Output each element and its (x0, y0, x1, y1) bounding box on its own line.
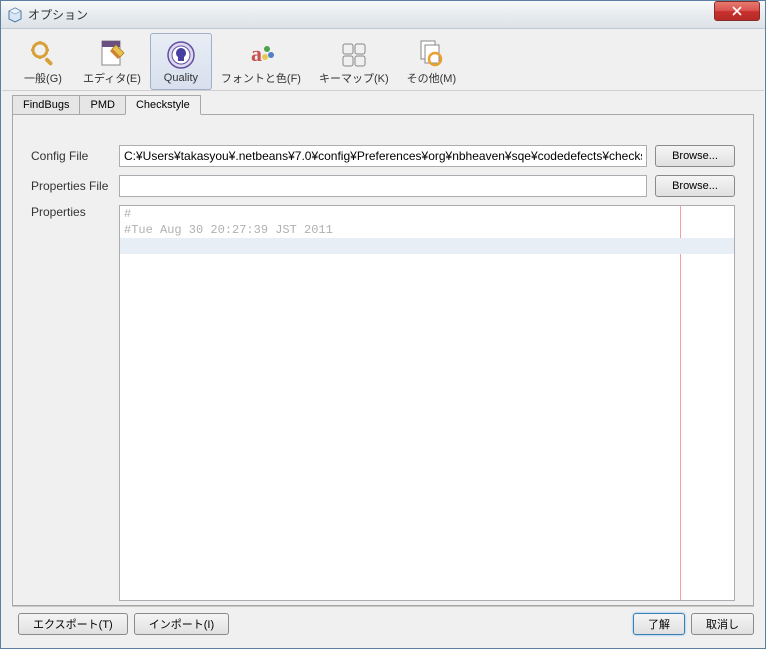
cancel-button[interactable]: 取消し (691, 613, 754, 635)
config-file-browse-button[interactable]: Browse... (655, 145, 735, 167)
properties-file-label: Properties File (31, 179, 119, 193)
window-title: オプション (28, 6, 763, 23)
category-general[interactable]: 一般(G) (12, 33, 74, 90)
category-editor[interactable]: エディタ(E) (74, 33, 150, 90)
properties-row: Properties # #Tue Aug 30 20:27:39 JST 20… (31, 205, 735, 601)
category-label: その他(M) (407, 70, 457, 86)
category-label: Quality (164, 72, 198, 84)
editor-caret-line (120, 238, 734, 254)
keymap-icon (338, 37, 370, 69)
gear-icon (27, 37, 59, 69)
properties-file-input[interactable] (119, 175, 647, 197)
config-file-input[interactable] (119, 145, 647, 167)
export-button[interactable]: エクスポート(T) (18, 613, 128, 635)
checkstyle-panel: Config File Browse... Properties File Br… (12, 114, 754, 606)
ok-button[interactable]: 了解 (633, 613, 685, 635)
tab-pmd[interactable]: PMD (79, 95, 125, 115)
config-file-label: Config File (31, 149, 119, 163)
category-misc[interactable]: その他(M) (398, 33, 466, 90)
content-area: 一般(G) エディタ(E) (2, 29, 764, 647)
category-toolbar: 一般(G) エディタ(E) (2, 29, 764, 91)
editor-line: # (120, 206, 734, 222)
category-label: 一般(G) (24, 70, 62, 86)
config-file-row: Config File Browse... (31, 145, 735, 167)
import-button[interactable]: インポート(I) (134, 613, 229, 635)
bottom-button-bar: エクスポート(T) インポート(I) 了解 取消し (12, 611, 754, 637)
misc-icon (415, 37, 447, 69)
editor-line: #Tue Aug 30 20:27:39 JST 2011 (120, 222, 734, 238)
properties-label: Properties (31, 205, 119, 219)
options-window: オプション 一般(G) (0, 0, 766, 649)
fonts-icon: a (245, 37, 277, 69)
editor-right-margin (680, 206, 681, 600)
properties-editor[interactable]: # #Tue Aug 30 20:27:39 JST 2011 (119, 205, 735, 601)
app-icon (7, 7, 23, 23)
properties-file-row: Properties File Browse... (31, 175, 735, 197)
tab-checkstyle[interactable]: Checkstyle (125, 95, 201, 115)
editor-icon (96, 37, 128, 69)
titlebar[interactable]: オプション (1, 1, 765, 29)
category-label: エディタ(E) (83, 70, 141, 86)
category-label: キーマップ(K) (319, 70, 389, 86)
quality-icon (165, 39, 197, 71)
category-quality[interactable]: Quality (150, 33, 212, 90)
category-keymap[interactable]: キーマップ(K) (310, 33, 398, 90)
close-button[interactable] (714, 1, 760, 21)
tab-row: FindBugs PMD Checkstyle (2, 91, 764, 115)
svg-text:a: a (251, 41, 262, 66)
bottom-divider (12, 606, 754, 607)
category-label: フォントと色(F) (221, 70, 301, 86)
tab-findbugs[interactable]: FindBugs (12, 95, 80, 115)
properties-file-browse-button[interactable]: Browse... (655, 175, 735, 197)
category-fonts[interactable]: a フォントと色(F) (212, 33, 310, 90)
